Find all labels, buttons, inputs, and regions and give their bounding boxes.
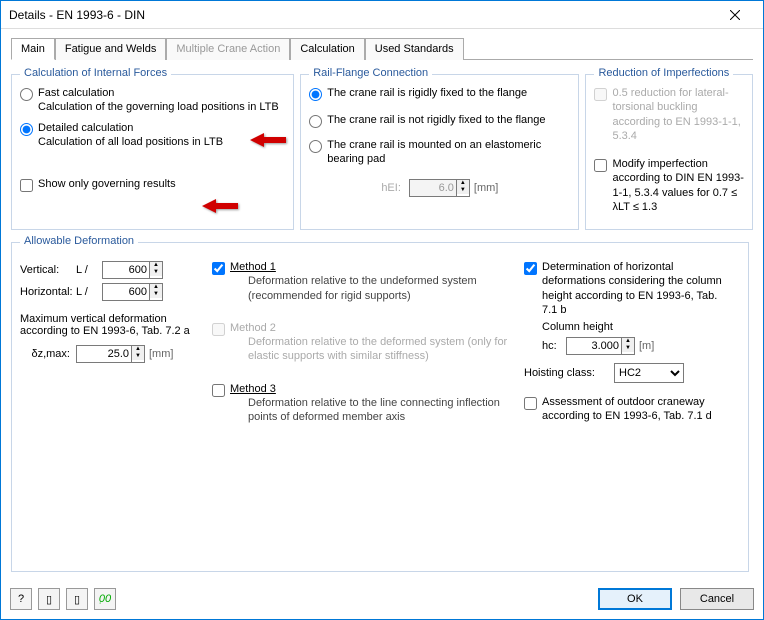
input-delta-zmax[interactable]	[76, 345, 132, 363]
tab-main[interactable]: Main	[11, 38, 55, 60]
group-title: Reduction of Imperfections	[594, 67, 733, 79]
label-method-3: Method 3 Deformation relative to the lin…	[230, 382, 512, 425]
page-icon: ▯	[46, 593, 52, 606]
label-detailed-calc: Detailed calculation Calculation of all …	[38, 121, 223, 150]
page-icon: ▯	[74, 593, 80, 606]
check-05-reduction	[594, 88, 607, 101]
label-det-horizontal: Determination of horizontal deformations…	[542, 260, 734, 317]
label-method-2: Method 2 Deformation relative to the def…	[230, 321, 512, 364]
select-hoisting-class[interactable]: HC2	[614, 363, 684, 383]
help-icon: ?	[18, 593, 24, 605]
label-method-1: Method 1 Deformation relative to the und…	[230, 260, 512, 303]
label-rail-rigid: The crane rail is rigidly fixed to the f…	[327, 86, 527, 100]
number-format-icon: 0̣0	[99, 593, 111, 605]
label-modify-imperfection: Modify imperfection according to DIN EN …	[612, 157, 744, 214]
check-det-horizontal[interactable]	[524, 262, 537, 275]
window-title: Details - EN 1993-6 - DIN	[9, 8, 715, 22]
spinner-hei: ▲▼	[457, 179, 470, 197]
tab-calculation[interactable]: Calculation	[290, 38, 364, 60]
ok-button[interactable]: OK	[598, 588, 672, 610]
label-hei: hEI:	[381, 182, 401, 194]
label-rail-not-rigid: The crane rail is not rigidly fixed to t…	[327, 113, 545, 127]
label-fast-calc: Fast calculation Calculation of the gove…	[38, 86, 279, 115]
tab-multiple-crane: Multiple Crane Action	[166, 38, 290, 60]
annotation-arrow-icon	[250, 131, 286, 149]
group-allowable-deformation: Allowable Deformation Vertical: L / ▲▼ H…	[11, 242, 749, 572]
label-L-over: L /	[76, 264, 102, 276]
input-horizontal-L[interactable]	[102, 283, 150, 301]
spinner-hc[interactable]: ▲▼	[622, 337, 635, 355]
spinner-horizontal[interactable]: ▲▼	[150, 283, 163, 301]
label-L-over: L /	[76, 286, 102, 298]
label-horizontal: Horizontal:	[20, 286, 76, 298]
help-button[interactable]: ?	[10, 588, 32, 610]
label-delta: δz,max:	[20, 348, 70, 360]
toolbar-button-2[interactable]: ▯	[66, 588, 88, 610]
group-title: Allowable Deformation	[20, 235, 138, 247]
unit-m: [m]	[639, 340, 654, 352]
group-reduction: Reduction of Imperfections 0.5 reduction…	[585, 74, 753, 230]
radio-fast-calc[interactable]	[20, 88, 33, 101]
check-show-only-governing[interactable]	[20, 179, 33, 192]
annotation-arrow-icon	[202, 197, 238, 215]
radio-rail-rigid[interactable]	[309, 88, 322, 101]
radio-rail-elastomeric[interactable]	[309, 140, 322, 153]
footer: ? ▯ ▯ 0̣0 OK Cancel	[0, 578, 764, 620]
label-05-reduction: 0.5 reduction for lateral-torsional buck…	[612, 86, 744, 143]
input-hei	[409, 179, 457, 197]
group-title: Rail-Flange Connection	[309, 67, 432, 79]
group-calc-forces: Calculation of Internal Forces Fast calc…	[11, 74, 294, 230]
check-method-3[interactable]	[212, 384, 225, 397]
close-button[interactable]	[715, 2, 755, 28]
radio-rail-not-rigid[interactable]	[309, 115, 322, 128]
label-max-vert-def: Maximum vertical deformation according t…	[20, 313, 200, 337]
label-hc: hc:	[542, 340, 566, 352]
group-rail-flange: Rail-Flange Connection The crane rail is…	[300, 74, 579, 230]
input-vertical-L[interactable]	[102, 261, 150, 279]
unit-hei: [mm]	[474, 182, 498, 194]
toolbar-button-1[interactable]: ▯	[38, 588, 60, 610]
check-assessment-outdoor[interactable]	[524, 397, 537, 410]
check-modify-imperfection[interactable]	[594, 159, 607, 172]
label-vertical: Vertical:	[20, 264, 76, 276]
label-hoisting-class: Hoisting class:	[524, 367, 614, 379]
radio-detailed-calc[interactable]	[20, 123, 33, 136]
close-icon	[730, 10, 740, 20]
input-hc[interactable]	[566, 337, 622, 355]
unit-mm: [mm]	[149, 348, 173, 360]
titlebar: Details - EN 1993-6 - DIN	[1, 1, 763, 29]
tabs: Main Fatigue and Welds Multiple Crane Ac…	[11, 37, 753, 60]
label-column-height: Column height	[542, 321, 734, 333]
check-method-2	[212, 323, 225, 336]
group-title: Calculation of Internal Forces	[20, 67, 171, 79]
spinner-vertical[interactable]: ▲▼	[150, 261, 163, 279]
label-rail-elastomeric: The crane rail is mounted on an elastome…	[327, 138, 570, 167]
cancel-button[interactable]: Cancel	[680, 588, 754, 610]
check-method-1[interactable]	[212, 262, 225, 275]
spinner-delta[interactable]: ▲▼	[132, 345, 145, 363]
label-show-only: Show only governing results	[38, 177, 176, 191]
label-assessment-outdoor: Assessment of outdoor craneway according…	[542, 395, 734, 424]
tab-used-standards[interactable]: Used Standards	[365, 38, 464, 60]
tab-fatigue[interactable]: Fatigue and Welds	[55, 38, 167, 60]
toolbar-button-3[interactable]: 0̣0	[94, 588, 116, 610]
